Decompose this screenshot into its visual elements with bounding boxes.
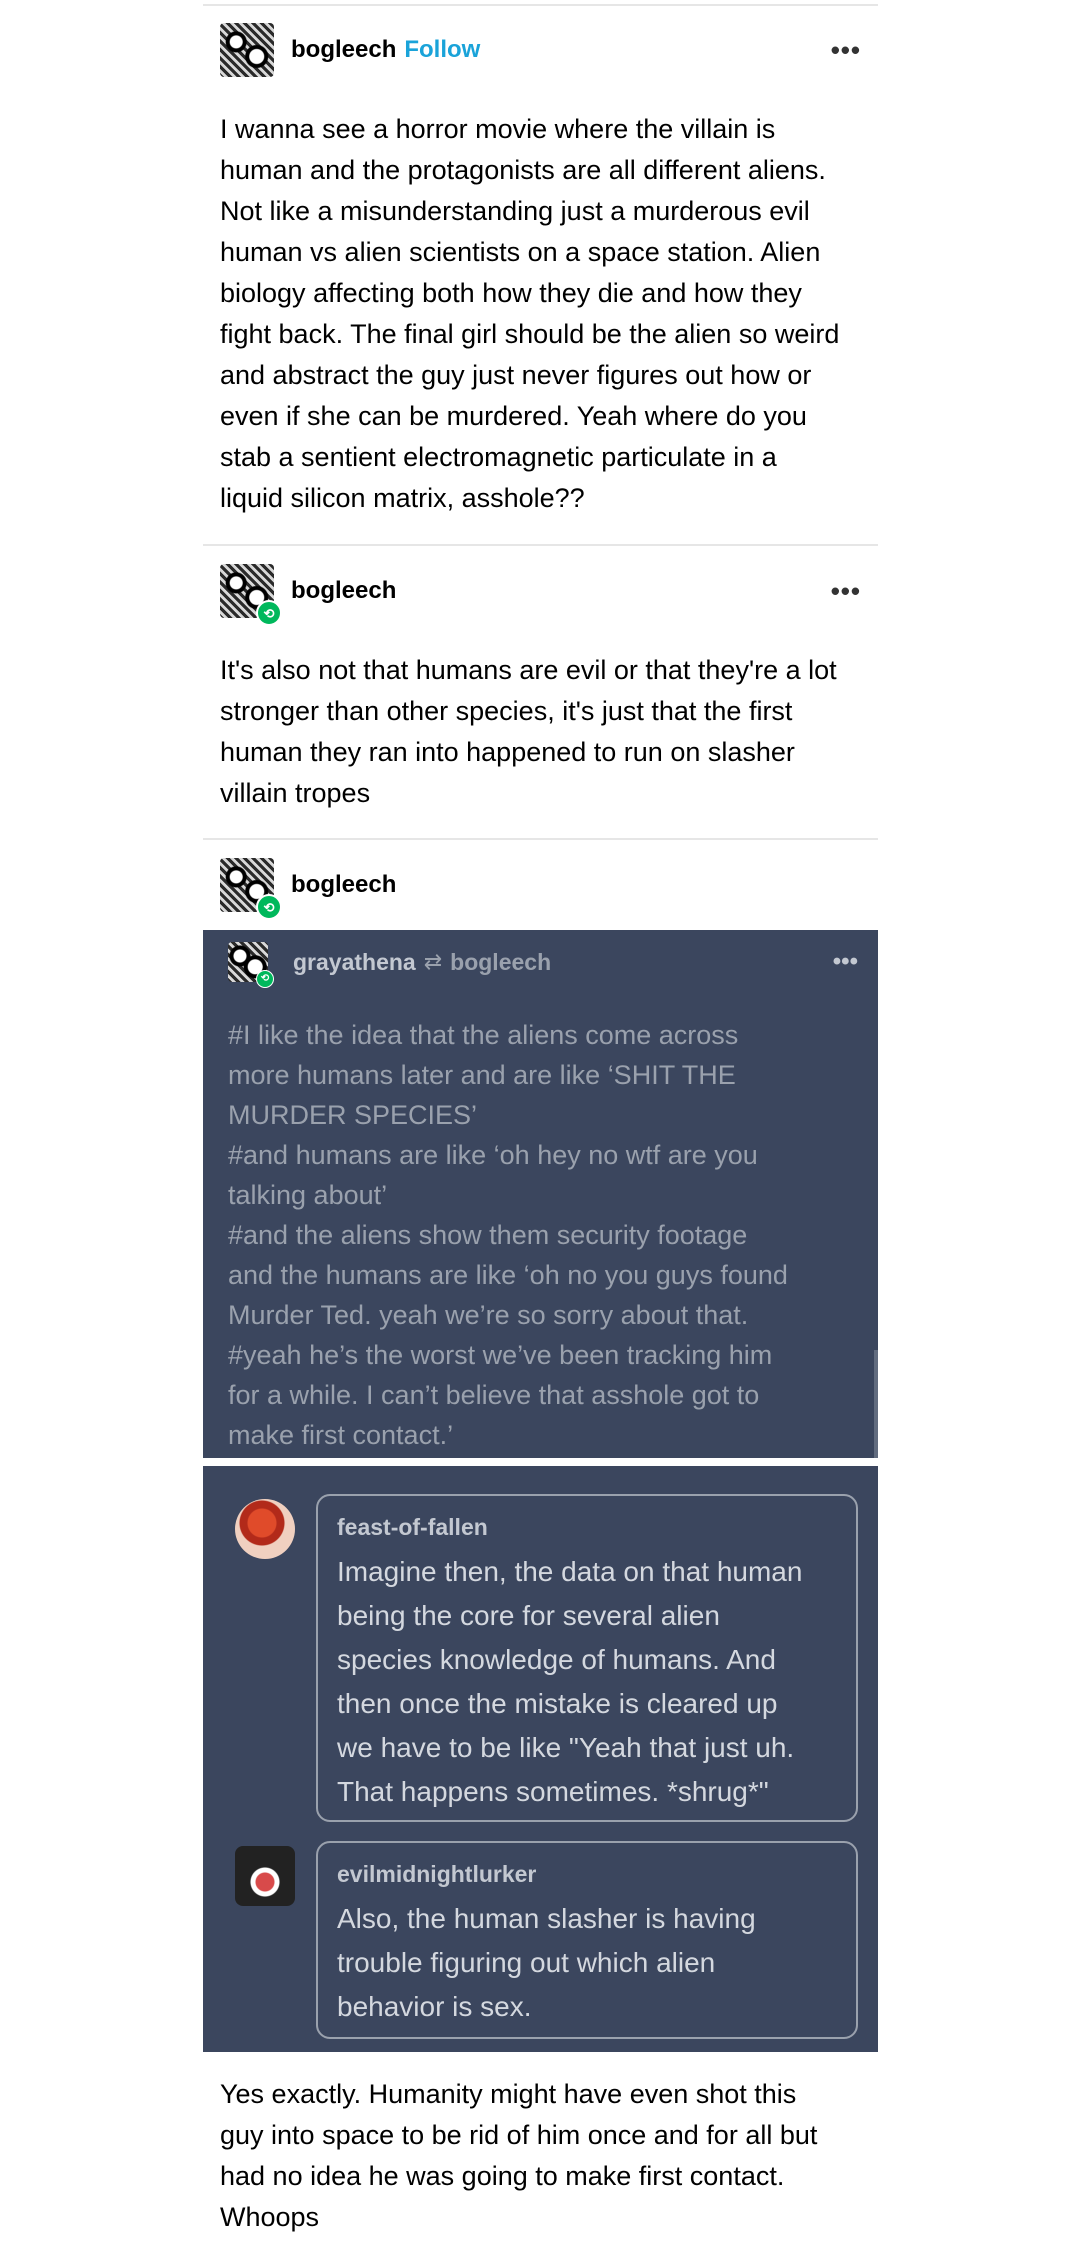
tag-line: MURDER SPECIES’ [228,1100,478,1130]
embedded-post-header: ⟲ grayathena ⇄ bogleech ••• [228,942,858,988]
avatar[interactable]: ⟲ [220,564,282,626]
tags: #I like the idea that the aliens come ac… [228,1015,838,1455]
text-line: then once the mistake is cleared up [337,1688,778,1719]
avatar[interactable] [235,1499,295,1559]
text-line: trouble figuring out which alien [337,1947,716,1978]
reply-bubble: evilmidnightlurker Also, the human slash… [316,1841,858,2039]
more-horizontal-icon[interactable]: ••• [831,35,861,66]
tag-line[interactable]: #I like the idea that the aliens come ac… [228,1015,838,1055]
avatar[interactable]: ⟲ [220,858,282,920]
username[interactable]: grayathena [293,949,416,976]
text-line: villain tropes [220,778,371,808]
username[interactable]: bogleech [291,577,396,605]
post-column: bogleech Follow ••• I wanna see a horror… [203,0,878,2267]
divider [203,544,878,546]
username[interactable]: bogleech [291,36,396,64]
text-line: and abstract the guy just never figures … [220,360,812,390]
text-line: stab a sentient electromagnetic particul… [220,442,777,472]
tag-line[interactable]: #yeah he’s the worst we’ve been tracking… [228,1335,838,1375]
text-line: fight back. The final girl should be the… [220,319,840,349]
text-line: species knowledge of humans. And [337,1644,776,1675]
post-header: ⟲ bogleech ••• [220,563,861,626]
reblog-icon: ⟲ [256,894,282,920]
text-line: Not like a misunderstanding just a murde… [220,196,810,226]
replies-panel: feast-of-fallen Imagine then, the data o… [203,1466,878,2052]
text-line: we have to be like "Yeah that just uh. [337,1732,795,1763]
reply-bubble: feast-of-fallen Imagine then, the data o… [316,1494,858,1822]
text-line: human vs alien scientists on a space sta… [220,237,821,267]
username[interactable]: bogleech [291,871,396,899]
more-horizontal-icon[interactable]: ••• [833,948,858,976]
divider [203,838,878,840]
post-body: Yes exactly. Humanity might have even sh… [220,2074,858,2238]
text-line: behavior is sex. [337,1991,532,2022]
embedded-post: ⟲ grayathena ⇄ bogleech ••• #I like the … [203,930,878,1458]
text-line: guy into space to be rid of him once and… [220,2120,818,2150]
text-line: even if she can be murdered. Yeah where … [220,401,807,431]
reply-username[interactable]: evilmidnightlurker [337,1861,536,1888]
avatar[interactable] [235,1846,295,1906]
avatar[interactable]: ⟲ [228,942,274,988]
text-line: biology affecting both how they die and … [220,278,802,308]
post-body: I wanna see a horror movie where the vil… [220,109,858,519]
follow-button[interactable]: Follow [404,36,480,64]
text-line: Imagine then, the data on that human [337,1556,803,1587]
reblog-icon: ⟲ [256,600,282,626]
text-line: had no idea he was going to make first c… [220,2161,785,2191]
post-body: It's also not that humans are evil or th… [220,650,858,814]
scrollbar[interactable] [874,1350,878,1458]
text-line: being the core for several alien [337,1600,720,1631]
tag-line: more humans later and are like ‘SHIT THE [228,1060,736,1090]
tag-line: for a while. I can’t believe that asshol… [228,1380,760,1410]
text-line: liquid silicon matrix, asshole?? [220,483,585,513]
tag-line: make first contact.’ [228,1420,454,1450]
text-line: stronger than other species, it's just t… [220,696,793,726]
text-line: I wanna see a horror movie where the vil… [220,114,776,144]
text-line: Also, the human slasher is having [337,1903,756,1934]
text-line: human they ran into happened to run on s… [220,737,795,767]
source-username[interactable]: bogleech [450,949,551,976]
avatar[interactable] [220,23,274,77]
reply-username[interactable]: feast-of-fallen [337,1514,488,1541]
tag-line[interactable]: #and humans are like ‘oh hey no wtf are … [228,1135,838,1175]
text-line: It's also not that humans are evil or th… [220,655,837,685]
tag-line[interactable]: #and the aliens show them security foota… [228,1215,838,1255]
tag-line: and the humans are like ‘oh no you guys … [228,1260,788,1290]
reply-text: Imagine then, the data on that human bei… [337,1550,842,1814]
text-line: That happens sometimes. *shrug*" [337,1776,769,1807]
text-line: Yes exactly. Humanity might have even sh… [220,2079,797,2109]
post-header: ⟲ bogleech [220,857,861,920]
text-line: human and the protagonists are all diffe… [220,155,826,185]
divider [203,4,878,6]
tag-line: Murder Ted. yeah we’re so sorry about th… [228,1300,749,1330]
text-line: Whoops [220,2202,320,2232]
post-header: bogleech Follow ••• [220,22,861,78]
reply-text: Also, the human slasher is having troubl… [337,1897,842,2029]
reblog-icon: ⟲ [256,970,274,988]
more-horizontal-icon[interactable]: ••• [831,576,861,607]
tag-line: talking about’ [228,1180,388,1210]
reblog-icon: ⇄ [423,949,443,974]
